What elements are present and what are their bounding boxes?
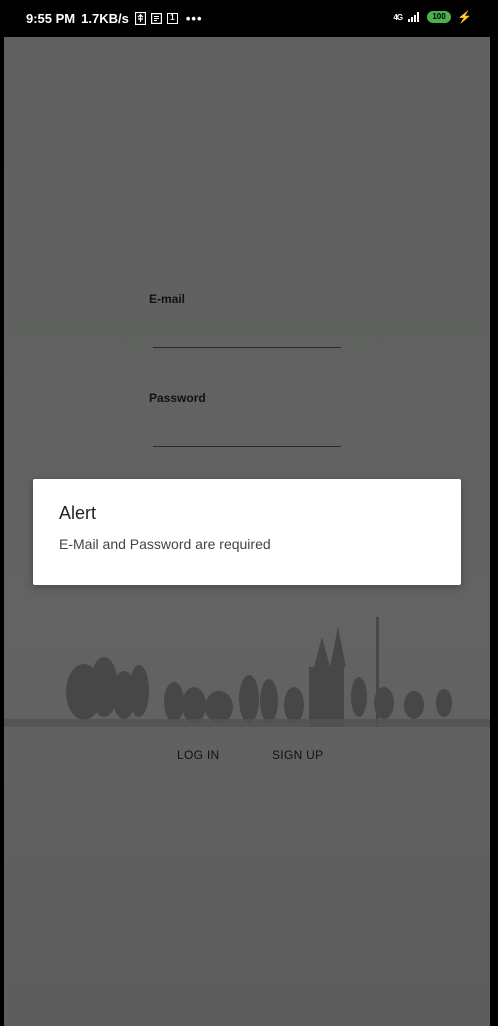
status-bar: 9:55 PM 1.7KB/s 1 ••• 4G 100 ⚡ <box>0 0 498 37</box>
status-speed: 1.7KB/s <box>81 11 129 26</box>
bolt-icon: ⚡ <box>457 10 472 24</box>
password-label: Password <box>149 391 206 405</box>
email-field[interactable] <box>153 347 341 348</box>
signal-icon <box>408 12 420 22</box>
calendar-icon: 1 <box>166 13 178 24</box>
email-label: E-mail <box>149 292 186 306</box>
login-button[interactable]: LOG IN <box>177 748 219 762</box>
dialog-title: Alert <box>59 503 97 523</box>
status-time: 9:55 PM <box>26 11 76 26</box>
signup-button[interactable]: SIGN UP <box>272 748 323 762</box>
status-right: 4G 100 ⚡ <box>393 10 472 24</box>
alert-dialog[interactable]: Alert E-Mail and Password are required <box>33 479 461 585</box>
notes-icon <box>150 13 162 24</box>
network-type: 4G <box>393 12 403 22</box>
dialog-message: E-Mail and Password are required <box>59 536 271 552</box>
battery-icon: 100 <box>427 11 452 23</box>
usb-icon <box>134 12 146 25</box>
status-left: 9:55 PM 1.7KB/s 1 ••• <box>26 11 209 26</box>
password-field[interactable] <box>153 446 341 447</box>
background-scenery <box>4 617 490 727</box>
more-notifications-icon: ••• <box>185 11 203 26</box>
